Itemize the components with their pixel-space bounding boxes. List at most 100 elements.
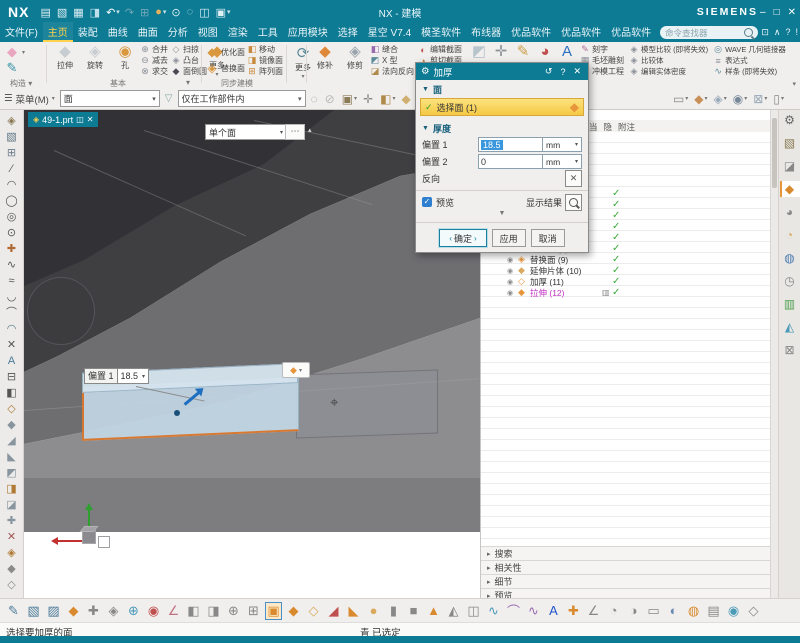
assembly-icon[interactable]: ◈ — [7, 114, 15, 129]
graphics-window[interactable]: ⌖ ◈ 49-1.prt ◫ ✕ 单个面 ▾ ⋯ ▴ 偏置 1 18.5 ▾ ◆… — [24, 110, 480, 598]
datum-plane-icon[interactable]: ◆ — [66, 603, 81, 619]
expressions-button[interactable]: ≡表达式 — [713, 55, 786, 66]
pattern-curve-icon[interactable]: ⊟ — [7, 370, 16, 385]
unite-mini-icon[interactable]: ⊕ — [226, 603, 241, 619]
engrave-button[interactable]: ✎刻字 — [580, 44, 624, 55]
hole-button[interactable]: ◉孔 — [110, 43, 140, 71]
replace-face-button[interactable]: ◈替换面 — [205, 60, 245, 76]
text-curve-icon[interactable]: A — [8, 354, 15, 369]
project-curve-icon[interactable]: ◠ — [7, 322, 17, 337]
shell-mini-icon[interactable]: ▣ — [266, 603, 281, 619]
ribbon-tab[interactable]: 视图 — [193, 22, 223, 42]
cancel-button[interactable]: 取消 — [531, 229, 565, 247]
hd3d-tools-icon[interactable]: ◔ — [780, 227, 800, 243]
helix-icon[interactable]: ≈ — [8, 274, 14, 289]
spline-button[interactable]: ∿样条 (即将失效) — [713, 66, 786, 77]
measure-icon[interactable]: ∠ — [586, 603, 601, 619]
redo-icon[interactable]: ↷ — [124, 6, 136, 19]
ribbon-tab[interactable]: 选择 — [333, 22, 363, 42]
face-tool-icon[interactable]: ◨ — [6, 482, 16, 497]
new-icon[interactable]: ▤ — [39, 6, 52, 19]
ribbon-tab[interactable]: 模圣软件 — [416, 22, 466, 42]
ruled-icon[interactable]: ◢ — [7, 434, 15, 449]
chain-select-icon[interactable]: ⊘ — [325, 92, 336, 106]
sheet-mini-icon[interactable]: ◇ — [306, 603, 321, 619]
alert-icon[interactable]: ! — [795, 27, 798, 38]
process-studio-icon[interactable]: ◭ — [780, 319, 800, 335]
face-section-header[interactable]: ▼ 面 — [416, 80, 588, 97]
block-icon[interactable]: ■ — [406, 603, 421, 618]
open-icon[interactable]: ▧ — [56, 6, 69, 19]
analysis-icon[interactable]: ◔ — [606, 603, 621, 618]
command-finder-icon[interactable]: ⊙ — [170, 6, 182, 19]
layers-icon[interactable]: ▤ — [706, 603, 721, 619]
offset-curve-icon[interactable]: ⌒ — [6, 306, 17, 321]
sphere-icon[interactable]: ● — [366, 603, 381, 618]
tree-row-extrude[interactable]: ◉ ◆ 拉伸 (12) ▥ ✓ — [481, 287, 770, 298]
dialog-collapse-caret[interactable]: ▼ — [416, 210, 588, 219]
ribbon-tab[interactable]: 优品软件 — [556, 22, 606, 42]
more-curve-icon[interactable]: ◈ — [7, 546, 15, 561]
face-rule-icon[interactable]: ◧▾ — [380, 92, 395, 106]
offset2-unit-combo[interactable]: mm▾ — [543, 154, 582, 169]
bridge-curve-icon[interactable]: ◡ — [7, 290, 17, 305]
assembly-navigator-icon[interactable]: ▧ — [780, 135, 800, 151]
select-face-row[interactable]: ✓ 选择面 (1) ◆ — [420, 98, 584, 116]
part-tab[interactable]: ◈ 49-1.prt ◫ ✕ — [28, 112, 98, 127]
point-icon[interactable]: ✚ — [7, 242, 16, 257]
normal-reverse-button[interactable]: ◪法向反向 — [370, 66, 414, 77]
preview-checkbox[interactable]: ✓ — [422, 197, 432, 207]
csys-icon[interactable]: ∠ — [166, 603, 181, 619]
ribbon-expand-caret[interactable]: ▾ — [792, 80, 796, 88]
pattern-face-button[interactable]: ⊞阵列面 — [247, 66, 283, 77]
curve-mini-icon[interactable]: ⌒ — [506, 601, 521, 620]
n-sided-icon[interactable]: ◩ — [6, 466, 16, 481]
line-icon[interactable]: ∕ — [11, 162, 13, 177]
scrollbar-thumb[interactable] — [772, 118, 777, 188]
offset2-input[interactable]: 0 — [478, 154, 543, 169]
constraint-navigator-icon[interactable]: ◪ — [780, 158, 800, 174]
ribbon-tab[interactable]: 文件(F) — [0, 22, 43, 42]
visibility-icon[interactable]: ◉ — [726, 603, 741, 619]
extend-icon[interactable]: ✚ — [7, 514, 16, 529]
part-navigator-icon[interactable]: ◆ — [780, 181, 800, 197]
section-icon[interactable]: ▧ — [6, 130, 16, 145]
extrude-mini-icon[interactable]: ◧ — [186, 603, 201, 619]
minimize-button[interactable]: – — [760, 7, 766, 18]
datum-icon[interactable]: ⊞ — [7, 146, 16, 161]
sail-surface-icon[interactable]: ◩ — [468, 43, 490, 60]
settings-icon[interactable]: ⚙ — [780, 112, 800, 128]
text-mini-icon[interactable]: A — [546, 603, 561, 618]
web-browser-icon[interactable]: ◍ — [780, 250, 800, 266]
save-as-icon[interactable]: ◨ — [89, 6, 102, 19]
ribbon-tab[interactable]: 装配 — [73, 22, 103, 42]
materials-icon[interactable]: ▥ — [780, 296, 800, 312]
point-tool-icon[interactable]: ✚ — [86, 603, 101, 619]
ribbon-tab[interactable]: 分析 — [163, 22, 193, 42]
trim-button[interactable]: ◈修剪 — [340, 43, 370, 71]
unite-button[interactable]: ⊕合并 — [140, 44, 168, 55]
sketch-icon[interactable]: ◆▾ — [4, 44, 25, 60]
offset-value-input[interactable]: 18.5 ▾ — [118, 368, 150, 384]
view-mini-icon[interactable]: ▭ — [646, 603, 661, 619]
nav-section-dependencies[interactable]: ▸ 相关性 — [481, 560, 770, 574]
ribbon-tab[interactable]: 主页 — [43, 22, 73, 42]
close-button[interactable]: ✕ — [788, 7, 796, 18]
extrude-button[interactable]: ◆拉伸 — [50, 43, 80, 71]
patch-button[interactable]: ◆修补 — [310, 43, 340, 71]
save-icon[interactable]: ▦ — [72, 6, 85, 19]
snap-point-toggle[interactable]: ◌ — [311, 92, 319, 106]
tree-row-extend-sheet[interactable]: ◉ ◆ 延伸片体 (10) ✓ — [481, 265, 770, 276]
dialog-close-icon[interactable]: ✕ — [571, 66, 583, 77]
show-result-button[interactable] — [565, 194, 582, 211]
mirror-mini-icon[interactable]: ◫ — [466, 603, 481, 619]
copy-icon[interactable]: ⊞ — [139, 6, 151, 19]
move-face-button[interactable]: ◧移动 — [247, 44, 283, 55]
pattern-mini-icon[interactable]: ⊞ — [246, 603, 261, 619]
collapse-toolbar-caret[interactable]: ▴ — [308, 126, 312, 134]
thickness-section-header[interactable]: ▼ 厚度 — [416, 119, 588, 136]
mirror-face-button[interactable]: ◨镜像面 — [247, 55, 283, 66]
nav-section-search[interactable]: ▸ 搜索 — [481, 546, 770, 560]
ribbon-tab[interactable]: 曲面 — [133, 22, 163, 42]
pair-a-icon[interactable]: ◆ — [7, 562, 15, 577]
